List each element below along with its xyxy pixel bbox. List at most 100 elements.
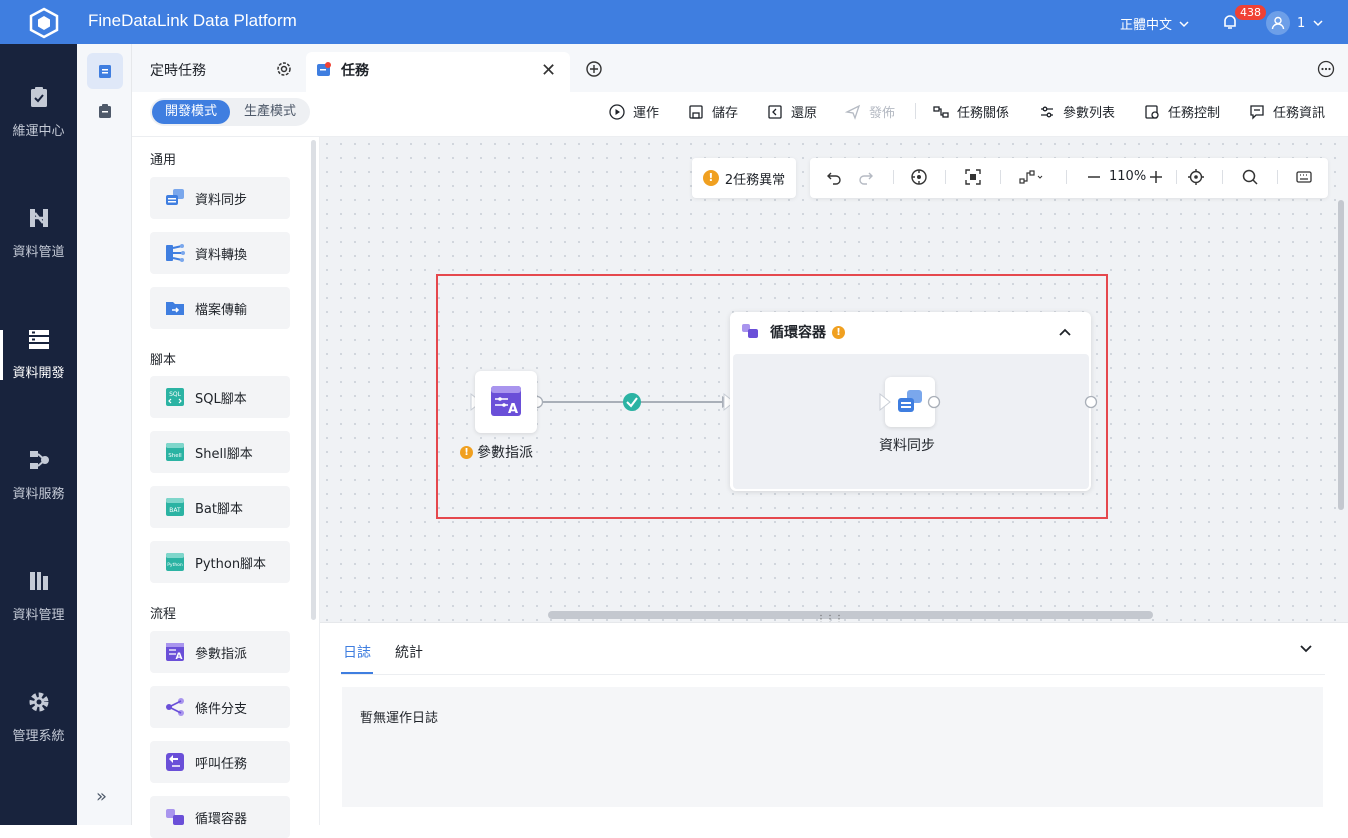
- node-bat-script[interactable]: BAT Bat腳本: [150, 486, 290, 528]
- panel-scrollbar[interactable]: [311, 140, 316, 620]
- user-name: 1: [1297, 15, 1306, 31]
- data-sync-node-label: 資料同步: [879, 438, 935, 454]
- branch-icon: [164, 696, 186, 718]
- task-doc-icon: [99, 65, 111, 78]
- play-icon: [609, 103, 625, 120]
- chevron-down-icon: [1313, 20, 1323, 27]
- node-data-sync[interactable]: 資料同步: [150, 177, 290, 219]
- task-info-button[interactable]: 任務資訊: [1249, 102, 1325, 121]
- data-service-icon: [29, 451, 49, 469]
- task-list-button[interactable]: [87, 53, 123, 89]
- data-sync-icon: [164, 187, 186, 209]
- nav-label: 維運中心: [12, 124, 65, 139]
- node-call-task[interactable]: 呼叫任務: [150, 741, 290, 783]
- node-name: 參數指派: [477, 445, 533, 461]
- tab-log[interactable]: 日誌: [343, 642, 371, 662]
- node-label: 檔案傳輸: [195, 302, 248, 318]
- node-file-transfer[interactable]: 檔案傳輸: [150, 287, 290, 329]
- svg-text:A: A: [176, 652, 183, 662]
- nav-label: 管理系統: [12, 729, 65, 744]
- folder-transfer-icon: [164, 297, 186, 319]
- canvas-horizontal-scrollbar[interactable]: [548, 611, 1153, 619]
- brand-title: FineDataLink Data Platform: [88, 11, 297, 30]
- node-label: 條件分支: [195, 701, 248, 717]
- node-condition-branch[interactable]: 條件分支: [150, 686, 290, 728]
- info-label: 任務資訊: [1273, 106, 1326, 121]
- node-label: 呼叫任務: [195, 756, 248, 772]
- save-icon: [689, 104, 703, 119]
- warning-icon: !: [460, 445, 473, 459]
- section-script: 腳本: [150, 353, 177, 368]
- svg-text:Shell: Shell: [168, 453, 182, 459]
- dev-mode-button[interactable]: 開發模式: [152, 100, 230, 124]
- svg-text:Python: Python: [167, 562, 183, 568]
- node-python-script[interactable]: Python Python腳本: [150, 541, 290, 583]
- nav-label: 資料開發: [12, 366, 65, 381]
- section-flow: 流程: [150, 607, 177, 622]
- nav-item-data-service[interactable]: 資料服務: [0, 407, 77, 527]
- param-assign-node-label: ! 參數指派: [460, 442, 533, 462]
- more-options-icon[interactable]: [1317, 60, 1335, 78]
- params-label: 參數列表: [1063, 106, 1116, 121]
- nav-item-admin-system[interactable]: 管理系統: [0, 649, 77, 769]
- node-param-assign[interactable]: A 參數指派: [150, 631, 290, 673]
- clipboard-icon[interactable]: [97, 103, 113, 119]
- pipeline-icon: [29, 209, 48, 227]
- node-label: 資料轉換: [195, 247, 248, 263]
- prod-mode-button[interactable]: 生產模式: [232, 100, 308, 124]
- save-button[interactable]: 儲存: [688, 102, 738, 121]
- relations-label: 任務關係: [957, 106, 1010, 121]
- task-relations-button[interactable]: 任務關係: [933, 102, 1009, 121]
- chevron-up-icon[interactable]: [1057, 324, 1073, 340]
- node-sql-script[interactable]: SQL SQL腳本: [150, 376, 290, 418]
- nav-item-data-manage[interactable]: 資料管理: [0, 528, 77, 648]
- restore-icon: [768, 104, 782, 119]
- loop-title-text: 循環容器: [770, 325, 826, 341]
- svg-text:A: A: [508, 402, 518, 417]
- inner-node-ports: [879, 392, 1098, 412]
- log-content-area: [342, 687, 1323, 807]
- relations-icon: [933, 105, 949, 118]
- node-label: Bat腳本: [195, 501, 243, 517]
- node-data-transform[interactable]: 資料轉換: [150, 232, 290, 274]
- publish-button[interactable]: 發佈: [845, 102, 895, 121]
- notification-badge: 438: [1235, 5, 1266, 20]
- language-label: 正體中文: [1120, 18, 1173, 33]
- data-dev-icon: [28, 330, 49, 349]
- send-icon: [845, 104, 861, 120]
- nav-item-data-dev[interactable]: 資料開發: [0, 286, 77, 406]
- node-loop-container[interactable]: 循環容器: [150, 796, 290, 838]
- node-label: Shell腳本: [195, 446, 253, 462]
- sql-script-icon: SQL: [164, 386, 186, 408]
- app-logo-icon[interactable]: [28, 7, 60, 39]
- task-tab-icon: [316, 62, 332, 78]
- param-assign-icon: A: [490, 385, 522, 417]
- save-label: 儲存: [712, 106, 739, 121]
- log-tab-divider: [341, 674, 1325, 675]
- tab-scheduled-tasks[interactable]: 定時任務: [150, 60, 206, 80]
- restore-button[interactable]: 還原: [767, 102, 817, 121]
- node-label: 循環容器: [195, 811, 248, 827]
- data-transform-icon: [164, 242, 186, 264]
- svg-text:BAT: BAT: [169, 507, 181, 514]
- tab-stats[interactable]: 統計: [395, 642, 423, 662]
- canvas-vertical-scrollbar[interactable]: [1338, 200, 1344, 510]
- param-list-button[interactable]: 參數列表: [1039, 102, 1115, 121]
- chevron-down-icon[interactable]: [1298, 641, 1314, 657]
- nav-item-data-pipeline[interactable]: 資料管道: [0, 165, 77, 285]
- settings-gear-icon[interactable]: [275, 60, 293, 78]
- main-sidebar: 維運中心 資料管道 資料開發 資料服務 資料管理 管理系統: [0, 44, 77, 825]
- task-control-button[interactable]: 任務控制: [1144, 102, 1220, 121]
- close-icon[interactable]: ✕: [541, 60, 556, 81]
- add-tab-icon[interactable]: [585, 60, 603, 78]
- restore-label: 還原: [791, 106, 818, 121]
- expand-sidebar-icon[interactable]: »: [96, 786, 107, 807]
- nav-item-ops-center[interactable]: 維運中心: [0, 44, 77, 164]
- language-selector[interactable]: 正體中文: [1120, 14, 1190, 33]
- node-label: 資料同步: [195, 192, 248, 208]
- loop-container-title: 循環容器 !: [770, 322, 845, 342]
- run-button[interactable]: 運作: [609, 102, 659, 121]
- node-shell-script[interactable]: Shell Shell腳本: [150, 431, 290, 473]
- user-menu[interactable]: 1: [1266, 11, 1324, 35]
- nav-label: 資料服務: [12, 487, 65, 502]
